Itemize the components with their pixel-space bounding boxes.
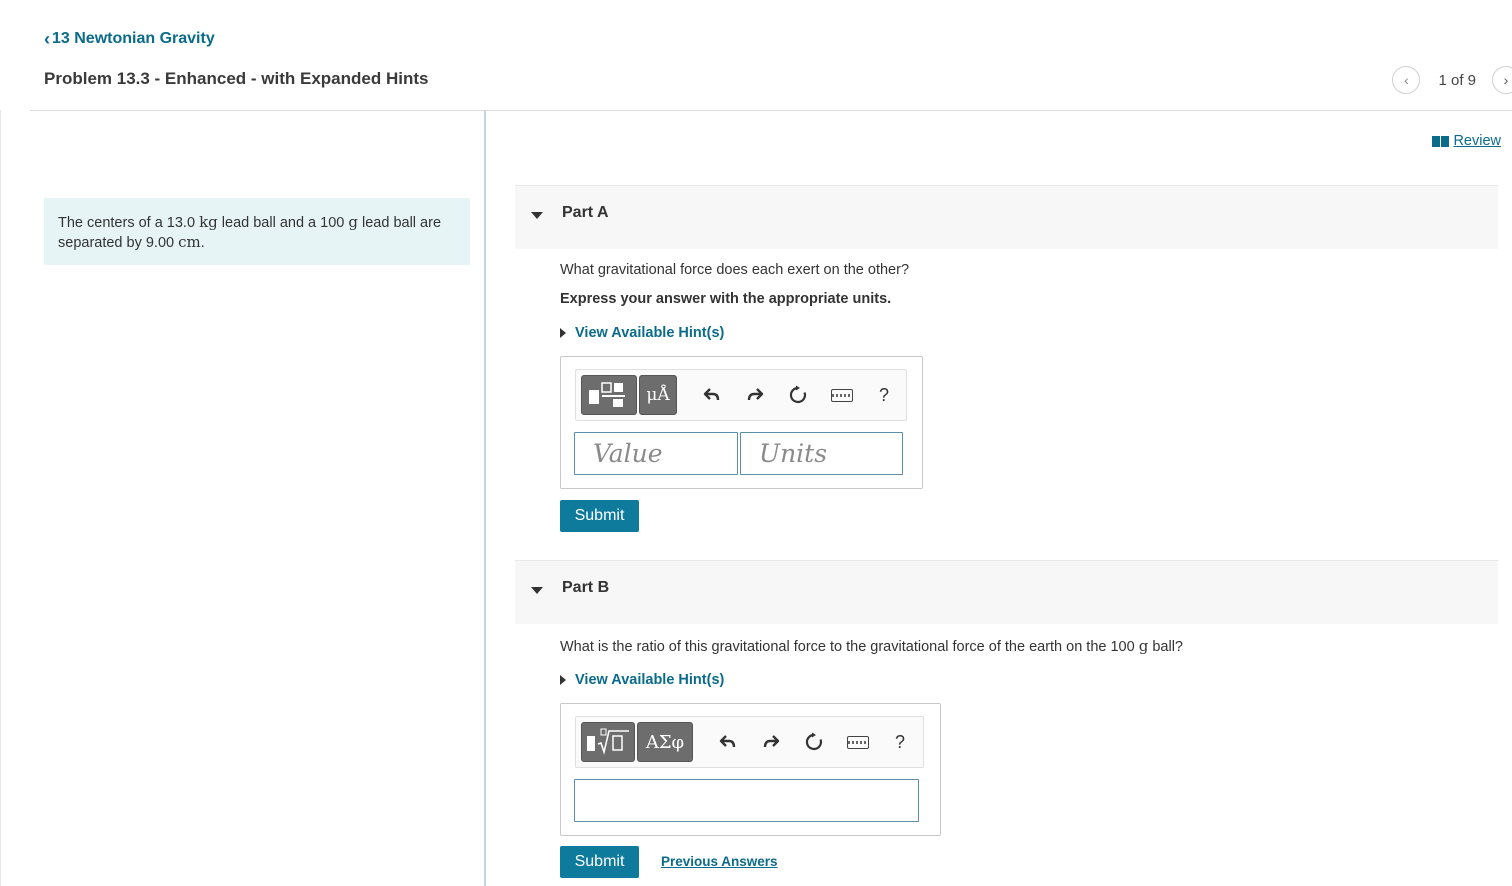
unit-g: g [1138, 637, 1149, 655]
question-text: ball? [1148, 639, 1183, 655]
value-input[interactable] [574, 432, 738, 475]
part-b-question: What is the ratio of this gravitational … [560, 637, 1183, 655]
undo-button[interactable] [697, 375, 727, 415]
part-b-answer-box: ΑΣφ ? [560, 703, 941, 836]
chevron-left-icon: ‹ [44, 28, 50, 49]
help-button[interactable]: ? [885, 722, 915, 762]
pager-text: 1 of 9 [1438, 71, 1476, 89]
templates-button[interactable] [581, 375, 637, 415]
radical-template-icon [587, 728, 629, 755]
redo-icon [763, 735, 780, 748]
part-a-label: Part A [562, 204, 609, 221]
caret-right-icon [560, 675, 566, 685]
redo-button[interactable] [740, 375, 770, 415]
review-label: Review [1453, 133, 1501, 149]
header-divider [30, 110, 1512, 111]
column-divider [484, 110, 486, 886]
back-link-label: 13 Newtonian Gravity [52, 30, 215, 47]
part-b-toolbar: ΑΣφ ? [575, 716, 924, 768]
context-text: lead ball and a 100 [217, 215, 349, 231]
context-text: The centers of a 13.0 [58, 215, 200, 231]
chevron-right-icon: › [1503, 72, 1509, 88]
part-b-header[interactable]: Part B [515, 560, 1498, 624]
math-templates-button[interactable] [581, 722, 635, 762]
units-input[interactable] [740, 432, 903, 475]
reset-icon [805, 732, 823, 751]
prev-problem-button[interactable]: ‹ [1392, 66, 1421, 94]
pager: ‹ 1 of 9 › [1392, 66, 1512, 94]
context-text: . [200, 235, 205, 251]
redo-button[interactable] [756, 722, 786, 762]
left-border [0, 110, 1, 886]
problem-title: Problem 13.3 - Enhanced - with Expanded … [44, 69, 429, 88]
part-a-hint-link[interactable]: View Available Hint(s) [560, 325, 724, 341]
keyboard-button[interactable] [827, 375, 857, 415]
help-icon: ? [878, 384, 889, 405]
part-a-header[interactable]: Part A [515, 185, 1498, 249]
keyboard-icon [831, 388, 853, 402]
part-a-instruction: Express your answer with the appropriate… [560, 291, 892, 307]
redo-icon [747, 388, 764, 401]
unit-kg: kg [199, 213, 218, 231]
part-a-answer-box: μÅ ? [560, 356, 923, 489]
part-b-submit-button[interactable]: Submit [560, 846, 639, 878]
units-button[interactable]: μÅ [639, 375, 677, 415]
help-button[interactable]: ? [869, 375, 899, 415]
part-b-label: Part B [562, 579, 610, 596]
book-icon [1432, 135, 1450, 147]
previous-answers-link[interactable]: Previous Answers [661, 854, 778, 869]
hint-label: View Available Hint(s) [575, 672, 725, 688]
problem-context: The centers of a 13.0 kg lead ball and a… [44, 198, 470, 265]
reset-icon [789, 385, 807, 404]
templates-icon [589, 382, 625, 407]
part-a-question: What gravitational force does each exert… [560, 262, 910, 278]
unit-g: g [348, 213, 358, 231]
greek-symbols-button[interactable]: ΑΣφ [637, 722, 693, 762]
answer-input[interactable] [574, 779, 919, 822]
keyboard-icon [847, 735, 869, 749]
back-link[interactable]: ‹ 13 Newtonian Gravity [44, 30, 215, 48]
review-link[interactable]: Review [1432, 133, 1501, 149]
caret-down-icon [531, 587, 543, 594]
part-a-toolbar: μÅ ? [575, 369, 907, 421]
reset-button[interactable] [783, 375, 813, 415]
chevron-left-icon: ‹ [1404, 72, 1409, 88]
next-problem-button[interactable]: › [1492, 66, 1512, 94]
help-icon: ? [894, 731, 905, 752]
caret-down-icon [531, 212, 543, 219]
unit-cm: cm [178, 233, 201, 251]
part-a-submit-button[interactable]: Submit [560, 500, 639, 532]
undo-button[interactable] [713, 722, 743, 762]
reset-button[interactable] [799, 722, 829, 762]
keyboard-button[interactable] [843, 722, 873, 762]
undo-icon [719, 735, 736, 748]
caret-right-icon [560, 328, 566, 338]
part-b-hint-link[interactable]: View Available Hint(s) [560, 672, 724, 688]
question-text: What is the ratio of this gravitational … [560, 639, 1139, 655]
hint-label: View Available Hint(s) [575, 325, 725, 341]
undo-icon [703, 388, 720, 401]
